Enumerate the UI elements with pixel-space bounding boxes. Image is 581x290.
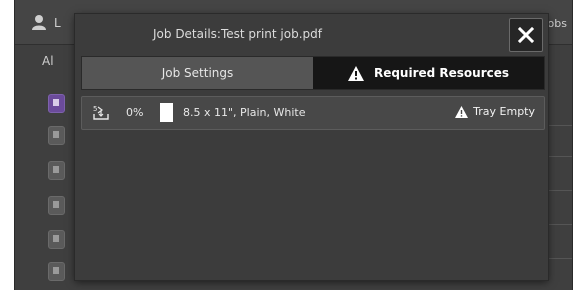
paper-level-percent: 0% — [126, 106, 144, 119]
close-button[interactable] — [509, 18, 543, 52]
document-icon[interactable] — [48, 126, 65, 145]
tab-job-settings-label: Job Settings — [161, 66, 234, 80]
document-icon[interactable] — [48, 94, 65, 113]
paper-description: 8.5 x 11", Plain, White — [183, 106, 306, 119]
dialog-title: Job Details:Test print job.pdf — [153, 27, 322, 41]
user-icon[interactable] — [31, 14, 47, 30]
background-user-label: L — [54, 16, 61, 30]
warning-icon — [347, 65, 364, 81]
document-icon[interactable] — [48, 196, 65, 215]
device-screen: L Jobs Al Job Details:Test print job.pdf… — [14, 0, 573, 290]
paper-color-swatch — [160, 103, 173, 122]
svg-text:5: 5 — [93, 105, 97, 113]
tab-required-resources[interactable]: Required Resources — [313, 57, 544, 89]
document-icon[interactable] — [48, 230, 65, 249]
background-all-tab[interactable]: Al — [42, 54, 54, 68]
document-icon[interactable] — [48, 161, 65, 180]
tab-job-settings[interactable]: Job Settings — [82, 57, 313, 89]
warning-icon — [455, 105, 469, 118]
dialog-tabs: Job Settings Required Resources — [81, 56, 545, 90]
job-details-dialog: Job Details:Test print job.pdf Job Setti… — [75, 14, 548, 280]
resource-row[interactable]: 5 0% 8.5 x 11", Plain, White Tray Empty — [81, 96, 545, 130]
document-icon[interactable] — [48, 262, 65, 281]
tab-required-resources-label: Required Resources — [373, 66, 510, 80]
tray-feed-icon: 5 — [93, 105, 109, 120]
tray-status-text: Tray Empty — [473, 105, 535, 118]
close-icon — [518, 27, 534, 43]
tray-status: Tray Empty — [455, 105, 535, 118]
